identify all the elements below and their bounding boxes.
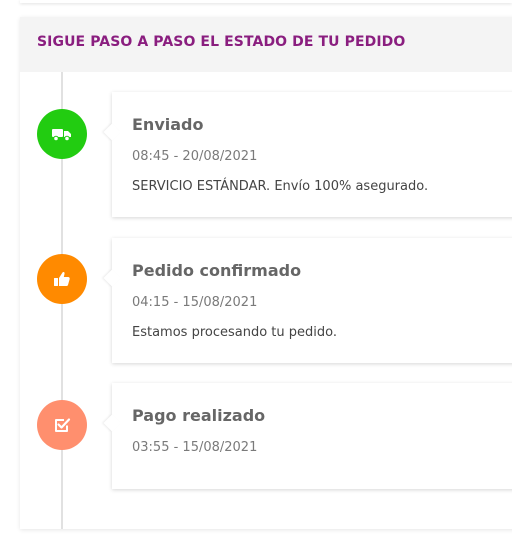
card-header: SIGUE PASO A PASO EL ESTADO DE TU PEDIDO xyxy=(20,17,512,72)
step-title: Pago realizado xyxy=(132,406,266,425)
step-title: Pedido confirmado xyxy=(132,261,302,280)
timeline-step: Enviado 08:45 - 20/08/2021 SERVICIO ESTÁ… xyxy=(103,92,512,217)
step-date: 08:45 - 20/08/2021 xyxy=(132,149,258,164)
step-status-dot xyxy=(37,254,87,304)
step-description: SERVICIO ESTÁNDAR. Envío 100% asegurado. xyxy=(132,179,429,194)
truck-icon xyxy=(52,127,72,141)
order-tracking-card: SIGUE PASO A PASO EL ESTADO DE TU PEDIDO… xyxy=(20,17,512,529)
previous-card-edge xyxy=(20,0,512,3)
step-status-dot xyxy=(37,109,87,159)
card-title: SIGUE PASO A PASO EL ESTADO DE TU PEDIDO xyxy=(37,34,406,50)
step-title: Enviado xyxy=(132,115,204,134)
step-status-dot xyxy=(37,400,87,450)
step-date: 04:15 - 15/08/2021 xyxy=(132,295,258,310)
step-date: 03:55 - 15/08/2021 xyxy=(132,440,258,455)
timeline-step: Pedido confirmado 04:15 - 15/08/2021 Est… xyxy=(103,238,512,363)
timeline-step: Pago realizado 03:55 - 15/08/2021 xyxy=(103,383,512,489)
thumbs-up-icon xyxy=(53,270,71,288)
step-description: Estamos procesando tu pedido. xyxy=(132,325,337,340)
checkbox-icon xyxy=(53,416,71,434)
